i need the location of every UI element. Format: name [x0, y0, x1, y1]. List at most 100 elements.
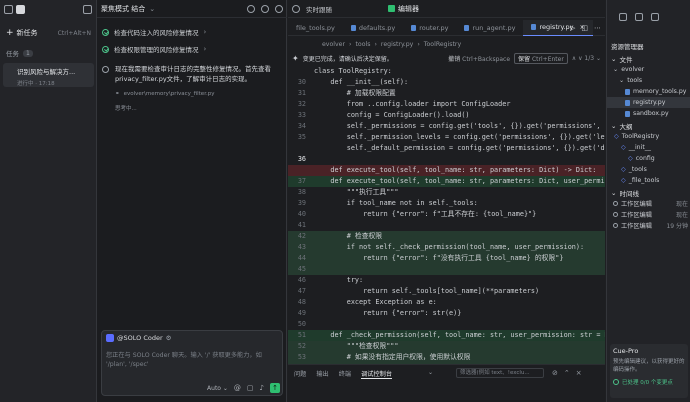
code-line[interactable]: 44 return {"error": f"没有执行工具 {tool_name}… [288, 253, 605, 264]
maximize-icon[interactable]: ⌃ [564, 369, 570, 377]
code-line[interactable]: 48 except Exception as e: [288, 297, 605, 308]
code-line[interactable]: 46 try: [288, 275, 605, 286]
outline-item[interactable]: ◇ __init__ [607, 142, 690, 153]
code-view[interactable]: class ToolRegistry: 30 def __init__(self)… [288, 66, 605, 364]
code-line[interactable]: 33 config = ConfigLoader().load() [288, 110, 605, 121]
tree-file[interactable]: memory_tools.py [607, 86, 690, 97]
close-icon[interactable]: × [576, 369, 582, 377]
clear-icon[interactable]: ⊘ [552, 369, 558, 377]
git-tab-icon[interactable] [651, 13, 659, 21]
tab-run-agent[interactable]: run_agent.py [456, 20, 523, 36]
files-tab-icon[interactable] [619, 13, 627, 21]
code-line[interactable]: 39 if tool_name not in self._tools: [288, 198, 605, 209]
app-logo-icon [4, 4, 13, 14]
history-icon[interactable] [247, 4, 255, 13]
image-icon[interactable]: ▢ [247, 384, 254, 392]
tree-file[interactable]: sandbox.py [607, 108, 690, 119]
chat-input-box[interactable]: @SOLO Coder ⚙ 您正在与 SOLO Coder 聊天。输入 '/' … [101, 330, 283, 396]
timeline-item[interactable]: 工作区编辑 19 分钟 [607, 220, 690, 231]
follow-icon[interactable] [292, 4, 300, 13]
line-number: 41 [297, 221, 306, 229]
code-line[interactable]: 42 # 检查权限 [288, 231, 605, 242]
tab-terminal[interactable]: 终端 [339, 369, 351, 379]
agent-mention[interactable]: @SOLO Coder ⚙ [106, 334, 171, 342]
chevron-down-icon: ⌄ [611, 189, 617, 197]
code-line[interactable]: 35 self._permission_levels = config.get(… [288, 132, 605, 143]
at-icon[interactable]: @ [234, 384, 241, 392]
timeline-item[interactable]: 工作区编辑 现在 [607, 209, 690, 220]
code-line[interactable]: 37 def execute_tool(self, tool_name: str… [288, 176, 605, 187]
outline-item[interactable]: ◇ config [607, 153, 690, 164]
tree-folder[interactable]: ⌄ evolver [607, 64, 690, 75]
code-line[interactable]: 40 return {"error": f"工具不存在: {tool_name}… [288, 209, 605, 220]
tree-folder[interactable]: ⌄ tools [607, 75, 690, 86]
new-task-button[interactable]: + 新任务 Ctrl+Alt+N [3, 26, 94, 40]
tab-defaults[interactable]: defaults.py [343, 20, 403, 36]
change-pager[interactable]: ∧ ∨ 1/3 ⌄ [572, 55, 605, 62]
code-line[interactable]: 50 [288, 319, 605, 330]
breadcrumb-item[interactable]: evolver [322, 41, 345, 48]
timeline-section-header[interactable]: ⌄ 时间线 [611, 188, 639, 198]
search-tab-icon[interactable] [635, 13, 643, 21]
code-line[interactable]: 52 """检查权限""" [288, 341, 605, 352]
code-line[interactable]: 36 [288, 154, 605, 165]
code-line[interactable]: 41 [288, 220, 605, 231]
split-icon[interactable]: ◫ [581, 24, 588, 32]
code-line[interactable]: 38 """执行工具""" [288, 187, 605, 198]
agent-settings-icon[interactable]: ⚙ [166, 334, 172, 342]
chevron-down-icon[interactable]: ⌄ [149, 5, 155, 13]
layout-icon[interactable] [83, 4, 92, 14]
task-item[interactable]: 识别风险与解决方... 进行中 · 17:18 [3, 63, 94, 87]
console-select[interactable]: ⌄ [428, 369, 433, 376]
line-text [314, 264, 605, 275]
tab-output[interactable]: 输出 [316, 369, 328, 379]
code-line[interactable]: 53 # 如果没有指定用户权限，使用默认权限 [288, 352, 605, 363]
mode-select[interactable]: Auto ⌄ [207, 385, 228, 392]
code-line[interactable]: 30 def __init__(self): [288, 77, 605, 88]
breadcrumb-item[interactable]: tools [355, 41, 370, 48]
code-line[interactable]: 43 if not self._check_permission(tool_na… [288, 242, 605, 253]
timeline-dot-icon [613, 201, 618, 206]
timeline-item[interactable]: 工作区编辑 现在 [607, 198, 690, 209]
code-line[interactable]: self._default_permission = config.get('p… [288, 143, 605, 154]
breadcrumb-item[interactable]: registry.py [381, 41, 413, 48]
settings-icon[interactable] [261, 4, 269, 13]
editor-title-label: 编辑器 [398, 4, 419, 13]
files-section-header[interactable]: ⌄ 文件 [611, 54, 632, 64]
send-button[interactable]: ↑ [270, 383, 280, 393]
tree-file[interactable]: registry.py [607, 97, 690, 108]
code-line[interactable]: 49 return {"error": str(e)} [288, 308, 605, 319]
line-number: 52 [297, 342, 306, 350]
outline-item[interactable]: ◇ ToolRegistry [607, 131, 690, 142]
code-line[interactable]: def execute_tool(self, tool_name: str, p… [288, 165, 605, 176]
tab-problems[interactable]: 问题 [294, 369, 306, 379]
code-line[interactable]: 51 def _check_permission(self, tool_name… [288, 330, 605, 341]
live-follow-toggle[interactable]: 实时跟随 [306, 4, 332, 14]
run-icon[interactable]: ▷ [570, 24, 575, 32]
panel-toggle-icon[interactable] [16, 4, 25, 14]
chat-input-placeholder[interactable]: 您正在与 SOLO Coder 聊天。输入 '/' 获取更多能力，如 '/pla… [106, 351, 278, 369]
code-line[interactable]: 31 # 加载权限配置 [288, 88, 605, 99]
undo-button[interactable]: 撤销 Ctrl+Backspace [448, 54, 510, 63]
file-reference[interactable]: ⚭ evolver\memory\privacy_filter.py [115, 91, 214, 97]
outline-item[interactable]: ◇ _tools [607, 164, 690, 175]
code-line[interactable]: 32 from ..config.loader import ConfigLoa… [288, 99, 605, 110]
explorer-tabs [607, 0, 690, 34]
code-line[interactable]: 34 self._permissions = config.get('tools… [288, 121, 605, 132]
tab-router[interactable]: router.py [403, 20, 456, 36]
code-line[interactable]: 47 return self._tools[tool_name](**param… [288, 286, 605, 297]
keep-button[interactable]: 保留 Ctrl+Enter [514, 52, 568, 64]
filter-input[interactable]: 筛选器(例如 text、!exclu... [456, 368, 544, 378]
code-line[interactable]: 45 [288, 264, 605, 275]
check-item-1[interactable]: 检查代码注入的风险修复情况 › [102, 27, 282, 37]
tab-file-tools[interactable]: file_tools.py [288, 20, 343, 36]
mic-icon[interactable]: ♪ [260, 384, 264, 392]
code-line[interactable]: class ToolRegistry: [288, 66, 605, 77]
check-item-2[interactable]: 检查权限管理的风险修复情况 › [102, 44, 282, 54]
outline-section-header[interactable]: ⌄ 大纲 [611, 121, 632, 131]
add-icon[interactable] [275, 4, 283, 13]
more-icon[interactable]: ⋯ [594, 24, 601, 32]
tab-debug-console[interactable]: 调试控制台 [361, 369, 393, 379]
outline-item[interactable]: ◇ _file_tools [607, 175, 690, 186]
breadcrumb-item[interactable]: ToolRegistry [424, 41, 461, 48]
